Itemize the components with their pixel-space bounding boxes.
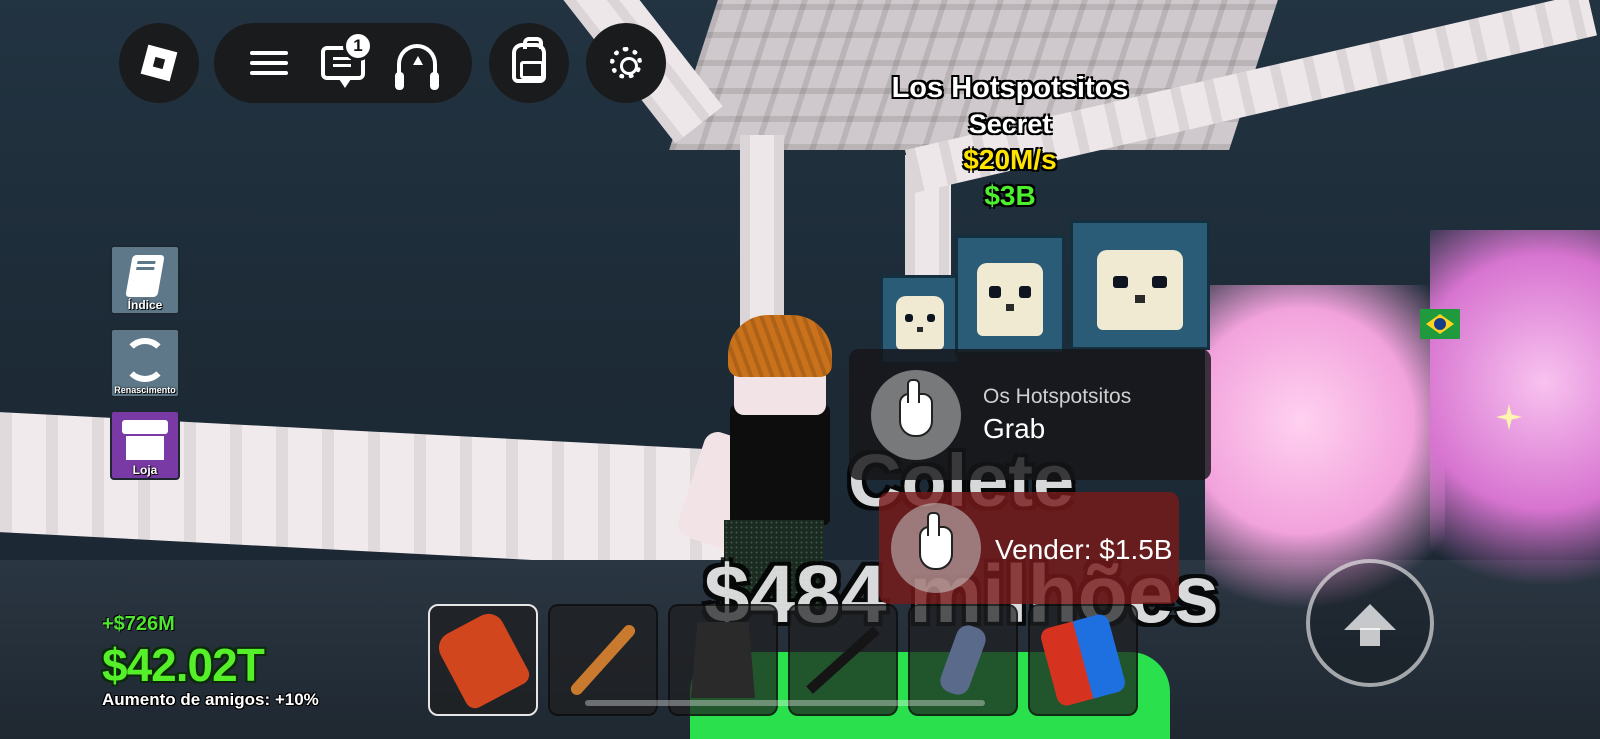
backpack-icon [512, 37, 546, 83]
hamburger-icon [250, 45, 288, 81]
settings-button[interactable] [586, 23, 666, 103]
headset-icon [395, 44, 439, 90]
nametag-name: Los Hotspotsitos [891, 72, 1129, 104]
money-display: +$726M $42.02T Aumento de amigos: +10% [102, 613, 319, 710]
cape-icon [691, 622, 755, 698]
hotbar-slot[interactable] [428, 604, 538, 716]
money-balance: $42.02T [102, 639, 265, 691]
rebirth-label: Renascimento [114, 385, 176, 395]
brainrot-nametag: Los Hotspotsitos Secret $20M/s $3B [830, 70, 1190, 214]
brazil-flag-icon [1420, 309, 1460, 339]
refresh-icon [123, 338, 167, 382]
backpack-button[interactable] [489, 23, 569, 103]
prompt-object-text: Os Hotspotsitos [983, 384, 1132, 408]
roblox-logo-icon [140, 44, 178, 82]
nametag-price: $3B [984, 180, 1036, 211]
store-icon [122, 420, 168, 460]
roblox-menu-button[interactable] [119, 23, 199, 103]
chat-button[interactable]: 1 [315, 31, 373, 91]
grab-prompt[interactable]: Os Hotspotsitos Grab [849, 349, 1211, 480]
voice-button[interactable] [389, 35, 445, 91]
index-button[interactable]: Índice [110, 245, 180, 315]
topbar-menu-group: 1 [214, 23, 472, 103]
baseball-bat-icon [568, 622, 638, 698]
jump-button[interactable] [1306, 559, 1434, 687]
hotbar-slot[interactable] [1028, 604, 1138, 716]
shop-button[interactable]: Loja [110, 410, 180, 480]
pink-character [1430, 230, 1600, 610]
sell-prompt[interactable]: Vender: $1.5B [879, 492, 1179, 604]
skull-block[interactable] [1070, 220, 1210, 350]
nametag-rate: $20M/s [963, 144, 1057, 175]
grapple-gun-icon [806, 626, 880, 694]
hotbar-scrollbar[interactable] [585, 700, 985, 706]
arrow-up-icon [1344, 604, 1396, 646]
nametag-rarity: Secret [968, 109, 1052, 139]
gadget-icon [936, 621, 990, 699]
prompt-action-text: Vender: $1.5B [995, 534, 1173, 565]
income-rate: +$726M [102, 613, 175, 635]
gear-icon [610, 47, 642, 79]
skull-block[interactable] [955, 235, 1065, 355]
hamburger-menu-button[interactable] [241, 35, 297, 91]
rebirth-button[interactable]: Renascimento [110, 328, 180, 398]
shop-label: Loja [132, 463, 158, 477]
chat-unread-badge: 1 [343, 31, 373, 61]
slap-glove-icon [433, 608, 533, 712]
prompt-action-text: Grab [983, 412, 1046, 444]
book-icon [125, 255, 165, 297]
tap-hand-icon[interactable] [871, 369, 961, 460]
friend-boost-text: Aumento de amigos: +10% [102, 690, 319, 709]
index-label: Índice [127, 298, 163, 312]
tap-hand-icon[interactable] [891, 503, 981, 593]
fist-icon [1038, 612, 1128, 708]
